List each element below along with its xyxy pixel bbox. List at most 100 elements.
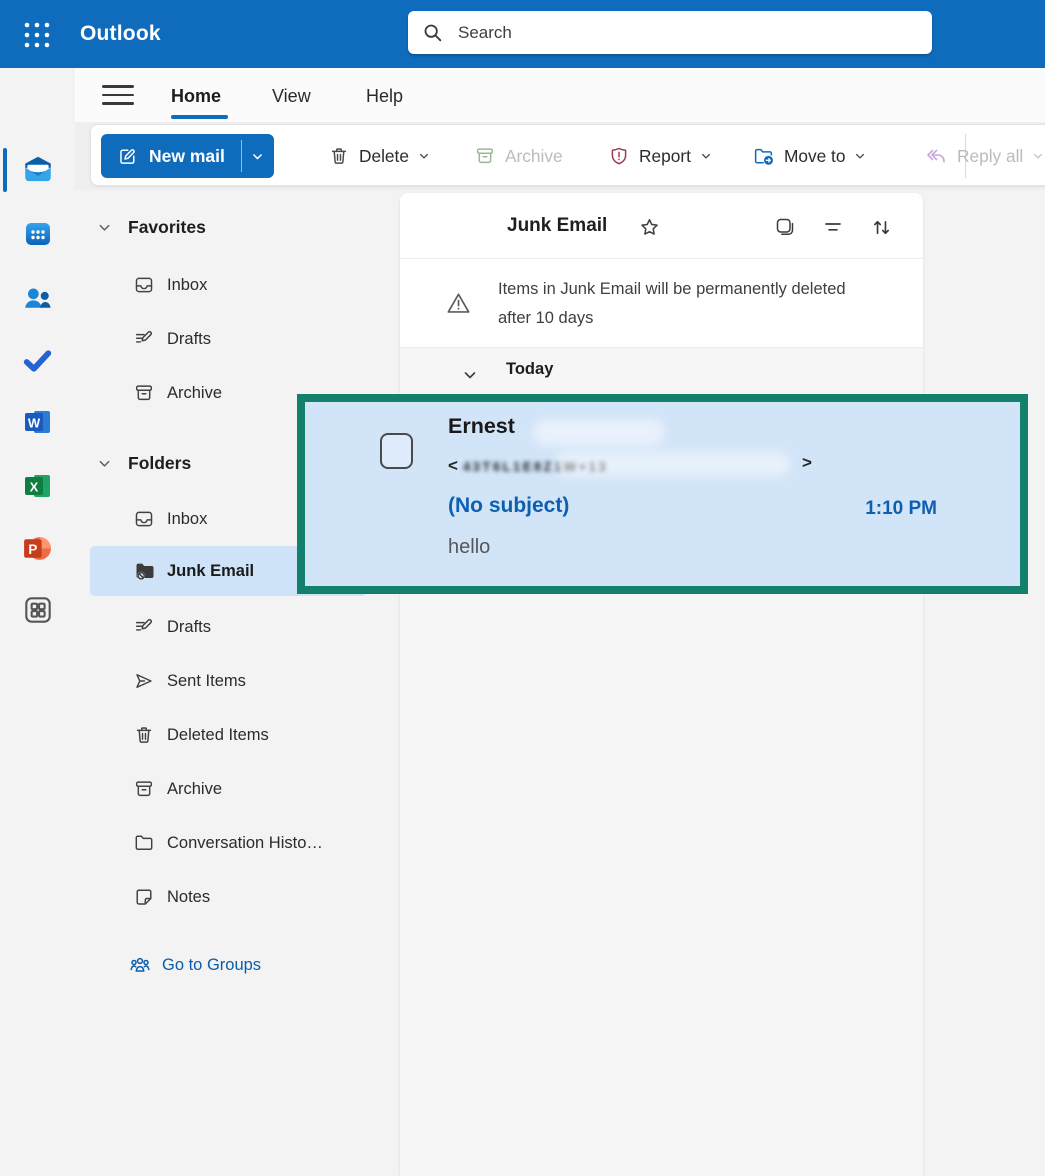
folders-header[interactable]: Folders: [128, 446, 191, 480]
apps-grid-icon: [21, 593, 55, 627]
move-to-button[interactable]: Move to: [752, 138, 866, 174]
delete-label: Delete: [359, 146, 409, 167]
folder-label: Junk Email: [167, 562, 254, 581]
rail-item-powerpoint[interactable]: P: [0, 520, 75, 576]
folder-label: Drafts: [167, 618, 211, 637]
inbox-icon: [133, 508, 157, 530]
rail-item-people[interactable]: [0, 270, 75, 326]
drafts-icon: [133, 328, 157, 350]
inbox-icon: [133, 274, 157, 296]
tab-view[interactable]: View: [272, 68, 311, 122]
date-group-row: Today: [400, 358, 923, 392]
new-mail-split-button: New mail: [101, 134, 274, 178]
retention-banner-text: Items in Junk Email will be permanently …: [498, 275, 876, 332]
app-launcher-button[interactable]: [14, 12, 60, 58]
folders-collapse-chevron[interactable]: [97, 446, 112, 480]
archive-button[interactable]: Archive: [474, 138, 563, 174]
rail-item-word[interactable]: W: [0, 394, 75, 450]
folder-item-drafts[interactable]: Drafts: [90, 610, 375, 644]
folder-item-notes[interactable]: Notes: [90, 880, 375, 914]
folder-label: Archive: [167, 780, 222, 799]
message-list-pane: Junk Email: [400, 193, 923, 1176]
search-input[interactable]: [458, 23, 888, 43]
select-icon: [773, 215, 797, 239]
folder-label: Archive: [167, 384, 222, 403]
folder-item-archive[interactable]: Archive: [90, 772, 375, 806]
powerpoint-icon: P: [21, 532, 54, 565]
chevron-down-icon: [251, 150, 264, 163]
chevron-down-icon: [418, 150, 430, 162]
rail-item-mail[interactable]: [0, 142, 75, 198]
favorites-header[interactable]: Favorites: [128, 210, 206, 244]
chevron-down-icon: [700, 150, 712, 162]
report-button[interactable]: Report: [608, 138, 712, 174]
folder-label: Drafts: [167, 330, 211, 349]
delete-button[interactable]: Delete: [328, 138, 430, 174]
report-shield-icon: [608, 145, 630, 167]
email-body-preview: hello: [448, 536, 490, 559]
search-bar[interactable]: [408, 11, 932, 54]
folder-label: Inbox: [167, 510, 207, 529]
star-icon: [637, 215, 662, 240]
trash-icon: [133, 724, 157, 746]
message-list-header: Junk Email: [400, 193, 923, 259]
word-icon: W: [22, 406, 54, 438]
select-messages-button[interactable]: [772, 214, 798, 240]
nav-toggle-button[interactable]: [101, 83, 135, 107]
junk-folder-icon: [133, 559, 157, 583]
groups-icon: [128, 952, 152, 979]
tab-help[interactable]: Help: [366, 68, 403, 122]
sort-icon: [869, 215, 894, 240]
email-received-time: 1:10 PM: [845, 498, 937, 520]
search-icon: [422, 22, 444, 44]
folder-label: Conversation Histo…: [167, 834, 323, 853]
sent-icon: [133, 670, 157, 692]
outlook-mail-icon: [21, 153, 55, 187]
folder-label: Notes: [167, 888, 210, 907]
group-collapse-chevron[interactable]: [462, 367, 478, 383]
go-to-groups-link[interactable]: Go to Groups: [90, 948, 375, 982]
email-sender-name: Ernest: [448, 414, 515, 439]
trash-icon: [328, 145, 350, 167]
todo-check-icon: [21, 344, 54, 377]
tab-home[interactable]: Home: [171, 68, 221, 122]
email-list-item-highlighted[interactable]: Ernest < 43T6L1E8Z1W+13 > (No subject) 1…: [297, 394, 1028, 594]
warning-icon: [444, 289, 473, 318]
toolbar-row: New mail Delete: [75, 122, 1045, 190]
folder-item-sent-items[interactable]: Sent Items: [90, 664, 375, 698]
folder-item-conversation-history[interactable]: Conversation Histo…: [90, 826, 375, 860]
retention-banner: Items in Junk Email will be permanently …: [400, 259, 923, 348]
rail-item-more-apps[interactable]: [0, 582, 75, 638]
favorite-star-button[interactable]: [636, 214, 662, 240]
filter-button[interactable]: [820, 214, 846, 240]
svg-text:X: X: [29, 480, 38, 495]
calendar-icon: [22, 218, 54, 250]
active-tab-underline: [171, 115, 228, 119]
email-select-checkbox[interactable]: [380, 433, 413, 469]
favorite-item-inbox[interactable]: Inbox: [90, 268, 375, 302]
move-to-folder-icon: [752, 145, 775, 168]
folder-label: Sent Items: [167, 672, 246, 691]
rail-item-calendar[interactable]: [0, 206, 75, 262]
new-mail-button[interactable]: New mail: [101, 134, 241, 178]
new-mail-label: New mail: [149, 146, 225, 167]
filter-icon: [821, 215, 845, 239]
chevron-down-icon: [462, 367, 478, 383]
favorites-collapse-chevron[interactable]: [97, 210, 112, 244]
rail-item-excel[interactable]: X: [0, 458, 75, 514]
chevron-down-icon: [1032, 150, 1044, 162]
folder-item-deleted-items[interactable]: Deleted Items: [90, 718, 375, 752]
ribbon-tabs-row: Home View Help: [75, 68, 1045, 122]
archive-icon: [133, 778, 157, 800]
rail-item-todo[interactable]: [0, 332, 75, 388]
drafts-icon: [133, 616, 157, 638]
reply-all-button[interactable]: Reply all: [924, 138, 1044, 174]
archive-icon: [133, 382, 157, 404]
folder-label: Deleted Items: [167, 726, 269, 745]
svg-text:P: P: [28, 542, 37, 557]
favorite-item-drafts[interactable]: Drafts: [90, 322, 375, 356]
address-close-bracket: >: [802, 453, 812, 473]
new-mail-dropdown[interactable]: [242, 134, 274, 178]
folder-label: Inbox: [167, 276, 207, 295]
sort-button[interactable]: [868, 214, 894, 240]
